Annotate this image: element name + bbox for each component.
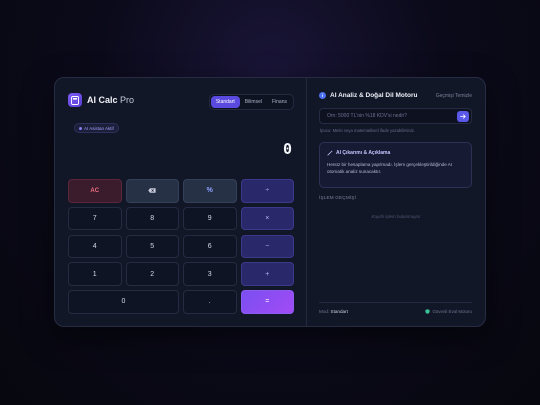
decimal-button[interactable]: . <box>183 290 237 314</box>
arrow-right-icon <box>460 114 466 119</box>
calculator-panel: AI Calc Pro Standart Bilimsel Finans AI … <box>55 78 307 326</box>
digit-1-button[interactable]: 1 <box>68 262 122 286</box>
multiply-button[interactable]: × <box>240 206 294 231</box>
info-icon: i <box>319 92 326 99</box>
digit-3-button[interactable]: 3 <box>183 262 237 286</box>
ai-panel-header: i AI Analiz & Doğal Dil Motoru Geçmişi T… <box>319 92 472 99</box>
ai-panel-footer: Mod: Standart Güvenli Eval Motoru <box>319 302 472 314</box>
digit-2-button[interactable]: 2 <box>125 262 179 286</box>
history-empty-state: Kayıtlı işlem bulunmuyor <box>371 214 421 219</box>
explanation-text: Henüz bir hesaplama yapılmadı. İşlem ger… <box>327 162 453 175</box>
tab-finans[interactable]: Finans <box>267 96 292 108</box>
mode-status: Mod: Standart <box>319 309 348 314</box>
status-dot-icon <box>79 126 82 130</box>
tab-standart[interactable]: Standart <box>210 96 240 108</box>
natural-language-input[interactable] <box>327 113 457 119</box>
digit-7-button[interactable]: 7 <box>68 206 122 231</box>
digit-9-button[interactable]: 9 <box>183 206 237 231</box>
history-heading: İŞLEM GEÇMİŞİ <box>319 195 357 200</box>
clear-button[interactable]: AC <box>68 179 122 203</box>
backspace-button[interactable] <box>125 179 179 203</box>
ai-status-badge: AI Asistan Aktif <box>74 123 119 133</box>
calculator-logo-icon <box>68 93 82 107</box>
tab-bilimsel[interactable]: Bilimsel <box>240 96 267 108</box>
keypad: AC % ÷ 7 8 9 × 4 5 6 − 1 2 3 + 0 . = <box>68 179 294 314</box>
app-title: AI Calc Pro <box>87 95 135 105</box>
shield-icon <box>425 309 431 314</box>
divide-button[interactable]: ÷ <box>240 179 294 203</box>
percent-button[interactable]: % <box>183 179 237 203</box>
digit-8-button[interactable]: 8 <box>125 206 179 231</box>
ai-panel: i AI Analiz & Doğal Dil Motoru Geçmişi T… <box>307 78 485 326</box>
input-hint: İpucu: Metin veya matematiksel ifade yaz… <box>320 128 415 133</box>
clear-history-link[interactable]: Geçmişi Temizle <box>436 93 472 99</box>
calculator-display: 0 <box>282 140 292 158</box>
equals-button[interactable]: = <box>240 290 294 314</box>
digit-5-button[interactable]: 5 <box>125 234 179 259</box>
minus-button[interactable]: − <box>240 234 294 259</box>
digit-6-button[interactable]: 6 <box>183 234 237 259</box>
backspace-icon <box>148 188 156 193</box>
mode-switcher: Standart Bilimsel Finans <box>208 94 294 110</box>
brand: AI Calc Pro <box>68 93 134 107</box>
calculator-window: AI Calc Pro Standart Bilimsel Finans AI … <box>54 77 486 327</box>
ai-explanation-card: AI Çıkarımı & Açıklama Henüz bir hesapla… <box>319 142 472 188</box>
digit-4-button[interactable]: 4 <box>68 234 122 259</box>
explanation-title: AI Çıkarımı & Açıklama <box>327 150 464 156</box>
plus-button[interactable]: + <box>240 262 294 286</box>
ai-panel-title: i AI Analiz & Doğal Dil Motoru <box>319 92 418 99</box>
digit-0-button[interactable]: 0 <box>68 290 179 314</box>
send-button[interactable] <box>457 111 469 122</box>
secure-engine-badge: Güvenli Eval Motoru <box>425 309 472 314</box>
natural-language-input-box <box>319 108 472 124</box>
wand-icon <box>327 150 333 156</box>
